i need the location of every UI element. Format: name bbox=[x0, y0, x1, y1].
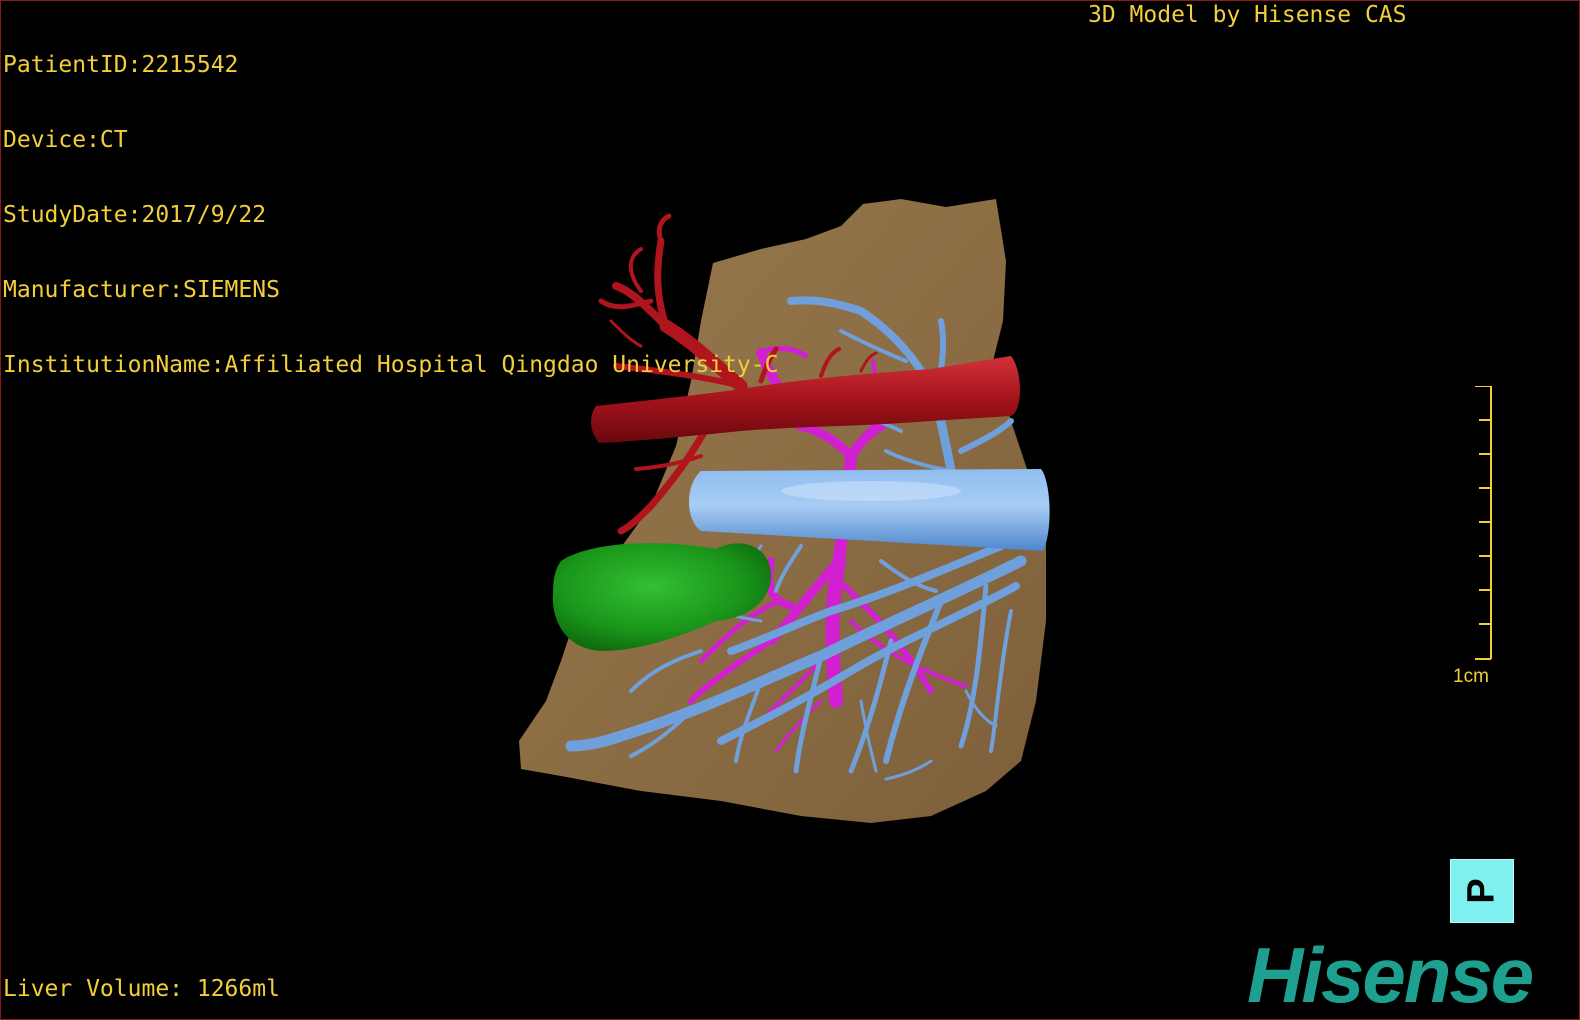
orientation-label: P bbox=[1460, 878, 1503, 904]
study-date-text: StudyDate:2017/9/22 bbox=[3, 202, 267, 228]
manufacturer-text: Manufacturer:SIEMENS bbox=[3, 277, 280, 303]
ivc-highlight bbox=[781, 481, 961, 501]
model-credit-text: 3D Model by Hisense CAS bbox=[1088, 2, 1407, 28]
liver-volume-text: Liver Volume: 1266ml bbox=[3, 976, 280, 1002]
3d-viewport[interactable]: PatientID:2215542 Device:CT StudyDate:20… bbox=[0, 0, 1580, 1020]
device-text: Device:CT bbox=[3, 127, 128, 153]
institution-name-text: InstitutionName:Affiliated Hospital Qing… bbox=[3, 352, 779, 378]
hisense-logo: Hisense bbox=[1247, 931, 1534, 1019]
scale-bar-label: 1cm bbox=[1453, 666, 1489, 687]
patient-id-text: PatientID:2215542 bbox=[3, 52, 239, 78]
dicom-info-overlay: PatientID:2215542 Device:CT StudyDate:20… bbox=[3, 3, 778, 428]
orientation-cube[interactable]: P bbox=[1450, 859, 1514, 923]
scale-bar bbox=[1475, 386, 1492, 660]
